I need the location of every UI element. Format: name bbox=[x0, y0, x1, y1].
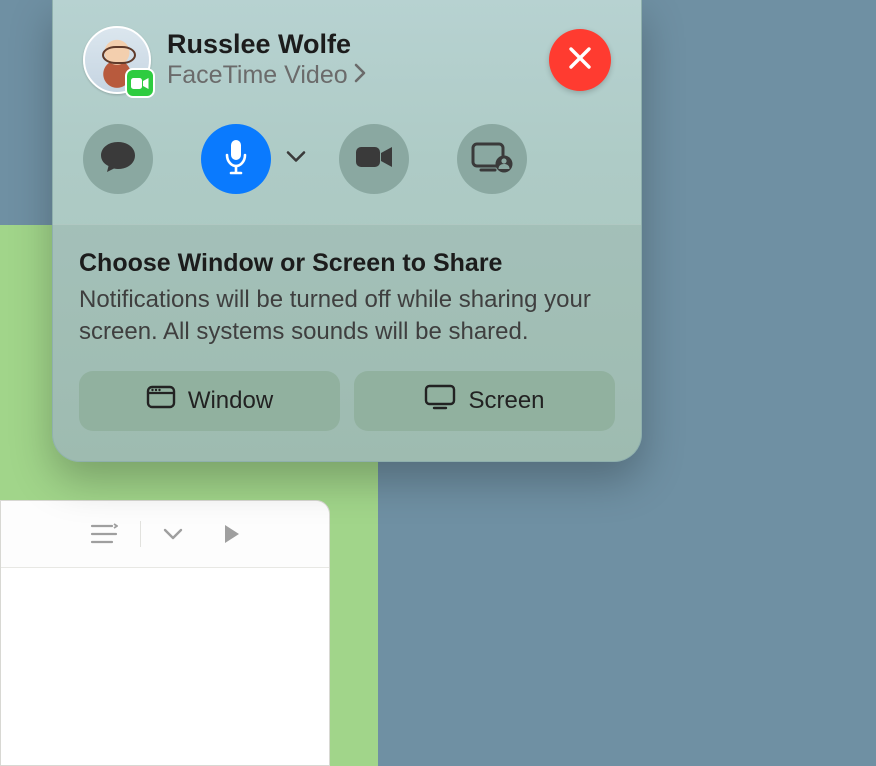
camera-button[interactable] bbox=[339, 124, 409, 194]
close-icon bbox=[566, 44, 594, 77]
video-icon bbox=[354, 143, 394, 176]
window-icon bbox=[146, 385, 176, 416]
facetime-controls bbox=[53, 104, 641, 224]
background-app-content bbox=[1, 567, 329, 765]
share-screen-button[interactable]: Screen bbox=[354, 371, 615, 431]
chevron-down-icon[interactable] bbox=[163, 527, 183, 541]
play-icon[interactable] bbox=[223, 524, 241, 544]
background-app-window bbox=[0, 500, 330, 766]
list-icon[interactable] bbox=[90, 523, 118, 545]
messages-button[interactable] bbox=[83, 124, 153, 194]
facetime-panel: Russlee Wolfe FaceTime Video bbox=[52, 0, 642, 462]
screen-share-button[interactable] bbox=[457, 124, 527, 194]
share-buttons-row: Window Screen bbox=[79, 371, 615, 431]
contact-avatar-wrap bbox=[83, 26, 151, 94]
facetime-header: Russlee Wolfe FaceTime Video bbox=[53, 0, 641, 104]
facetime-title-column: Russlee Wolfe FaceTime Video bbox=[167, 30, 533, 91]
screen-icon bbox=[424, 384, 456, 417]
share-title: Choose Window or Screen to Share bbox=[79, 249, 615, 278]
share-description: Notifications will be turned off while s… bbox=[79, 284, 615, 349]
share-window-label: Window bbox=[188, 387, 273, 415]
microphone-options-button[interactable] bbox=[285, 150, 307, 169]
close-button[interactable] bbox=[549, 29, 611, 91]
toolbar-divider bbox=[140, 521, 141, 547]
microphone-button[interactable] bbox=[201, 124, 271, 194]
call-type-row[interactable]: FaceTime Video bbox=[167, 61, 533, 90]
screen-share-icon bbox=[471, 141, 513, 178]
share-screen-label: Screen bbox=[468, 387, 544, 415]
microphone-icon bbox=[223, 138, 249, 181]
share-section: Choose Window or Screen to Share Notific… bbox=[53, 224, 641, 461]
contact-name: Russlee Wolfe bbox=[167, 30, 533, 60]
background-app-toolbar bbox=[1, 501, 329, 567]
message-icon bbox=[99, 140, 137, 179]
share-window-button[interactable]: Window bbox=[79, 371, 340, 431]
chevron-right-icon bbox=[354, 61, 366, 90]
facetime-badge-icon bbox=[125, 68, 155, 98]
call-type-label: FaceTime Video bbox=[167, 61, 348, 90]
